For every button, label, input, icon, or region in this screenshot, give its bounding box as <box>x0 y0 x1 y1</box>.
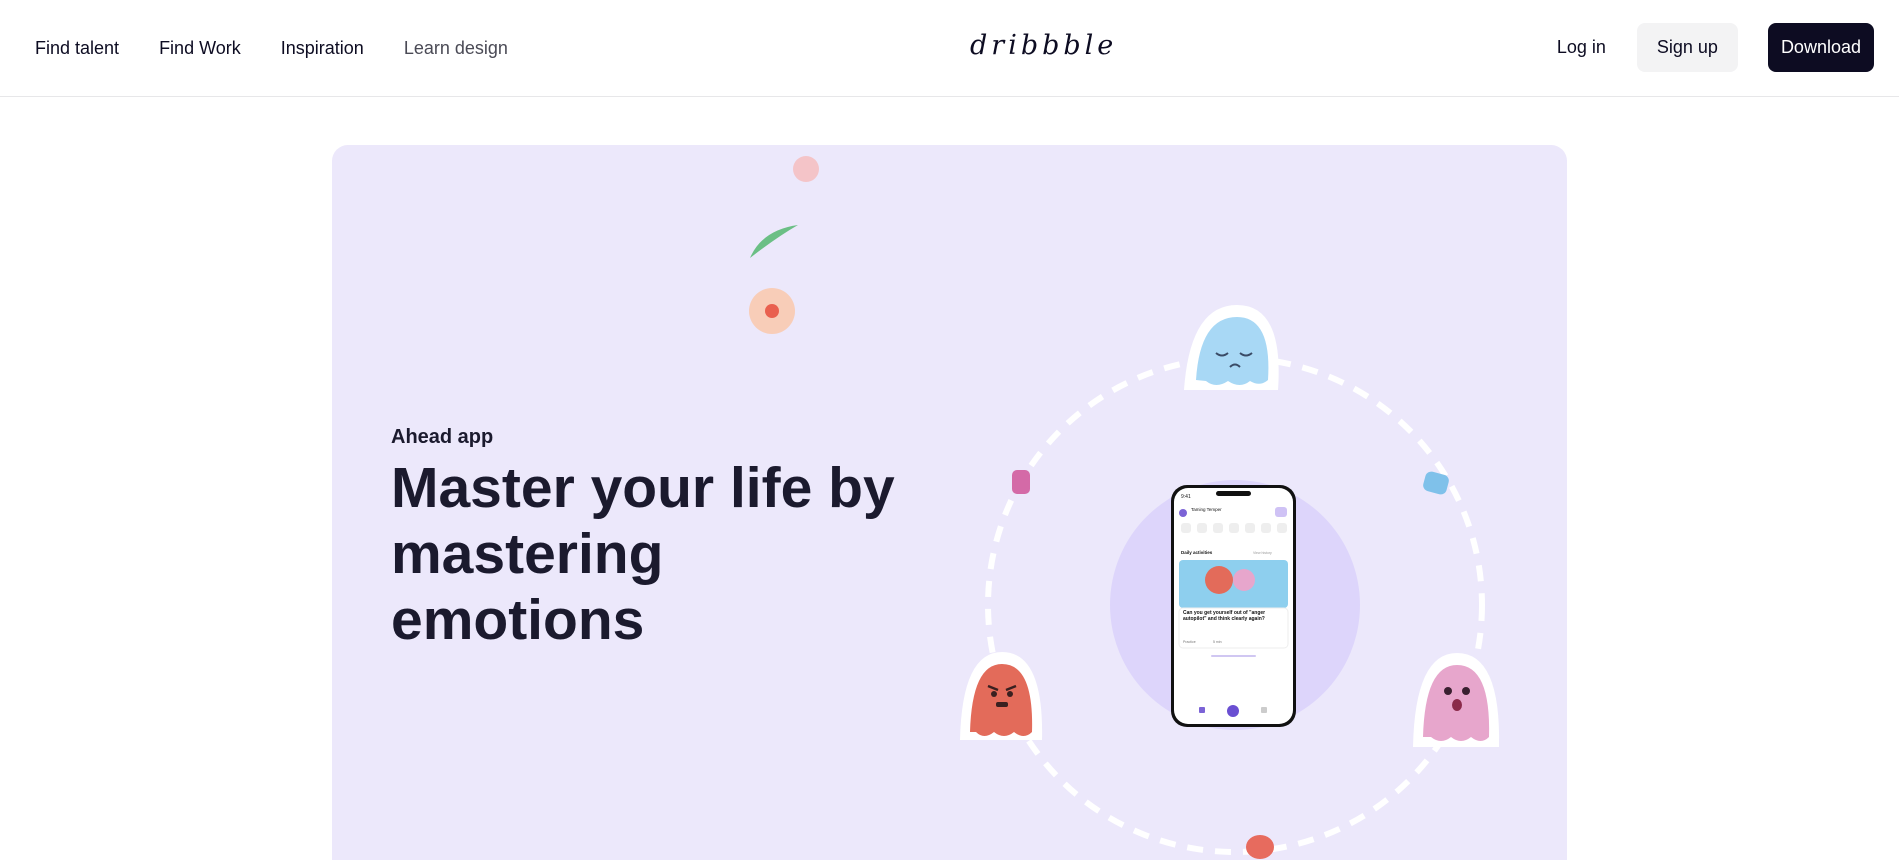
main-nav: Find talent Find Work Inspiration Learn … <box>35 0 508 97</box>
red-dot-decoration <box>765 304 779 318</box>
small-pink-shape <box>1012 470 1030 494</box>
phone-section-title: Daily activities <box>1181 550 1213 555</box>
phone-add-button <box>1227 705 1239 717</box>
phone-card-image <box>1179 560 1288 608</box>
phone-section-link: View history <box>1253 551 1272 555</box>
blue-ghost <box>1184 305 1279 390</box>
nav-find-work[interactable]: Find Work <box>159 38 241 59</box>
header-actions: Log in Sign up Download <box>1557 23 1874 72</box>
phone-card-text: Can you get yourself out of "anger autop… <box>1183 610 1266 622</box>
hero-eyebrow: Ahead app <box>391 426 494 448</box>
red-ghost <box>960 652 1043 740</box>
hero-card[interactable]: 9:41 Taming Temper Daily activities View… <box>332 145 1567 860</box>
site-header: Find talent Find Work Inspiration Learn … <box>0 0 1899 97</box>
phone-card-time: 5 min <box>1213 640 1222 644</box>
pink-dot-decoration <box>793 156 819 182</box>
phone-card-tag: Practice <box>1183 640 1196 644</box>
leaf-decoration <box>750 225 798 258</box>
nav-inspiration[interactable]: Inspiration <box>281 38 364 59</box>
signup-button[interactable]: Sign up <box>1636 23 1738 72</box>
nav-learn-design[interactable]: Learn design <box>404 38 508 59</box>
nav-find-talent[interactable]: Find talent <box>35 38 119 59</box>
hero-headline: Master your life by mastering emotions <box>391 456 895 652</box>
small-red-shape <box>1246 835 1274 859</box>
phone-mockup: 9:41 Taming Temper Daily activities View… <box>1171 485 1296 727</box>
download-button[interactable]: Download <box>1767 23 1874 72</box>
phone-time: 9:41 <box>1181 494 1191 500</box>
phone-app-title: Taming Temper <box>1191 507 1222 512</box>
pink-ghost <box>1413 653 1500 747</box>
login-link[interactable]: Log in <box>1557 37 1606 58</box>
dribbble-logo[interactable]: dribbble <box>970 26 1113 66</box>
